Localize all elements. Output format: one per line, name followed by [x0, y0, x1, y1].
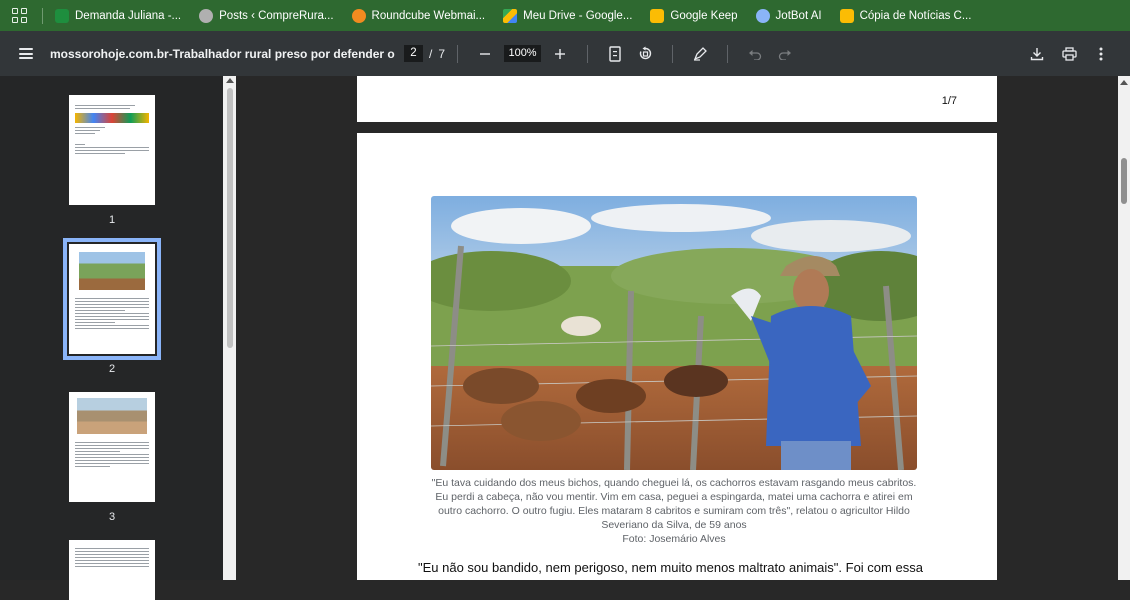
pdf-toolbar: mossorohoje.com.br-Trabalhador rural pre…: [0, 31, 1130, 76]
viewer-scrollbar-thumb[interactable]: [1121, 158, 1127, 204]
bookmark-google-keep[interactable]: Google Keep: [650, 8, 738, 23]
drive-icon: [503, 8, 518, 23]
minus-icon: [480, 52, 491, 55]
more-options-button[interactable]: [1090, 43, 1112, 65]
thumbnail-sidebar: 1 2 3: [0, 76, 236, 600]
bookmarks-bar: Demanda Juliana -... Posts ‹ CompreRura.…: [0, 0, 1130, 31]
keep-icon: [650, 8, 665, 23]
fit-page-icon: [609, 45, 621, 62]
zoom-in-button[interactable]: [549, 43, 571, 65]
bookmark-posts-comprerural[interactable]: Posts ‹ CompreRura...: [199, 8, 334, 23]
sheets-icon: [55, 8, 69, 23]
toolbar-divider: [727, 44, 729, 63]
download-icon: [1030, 47, 1044, 60]
jotbot-icon: [755, 8, 770, 23]
annotate-button[interactable]: [689, 43, 711, 65]
zoom-out-button[interactable]: [474, 43, 496, 65]
farmer-goats-photo: [431, 196, 917, 470]
thumbnail-number-3: 3: [108, 511, 116, 523]
page-separator: /: [429, 46, 433, 61]
pdf-page-1: 1/7: [357, 76, 997, 122]
toolbar-divider: [457, 44, 459, 63]
undo-icon: [749, 49, 762, 60]
plus-icon: [555, 48, 566, 59]
roundcube-icon: [351, 8, 366, 23]
bookmark-roundcube[interactable]: Roundcube Webmai...: [351, 8, 485, 23]
page-total: 7: [438, 46, 446, 61]
zoom-level-input[interactable]: 100%: [504, 45, 542, 62]
redo-button[interactable]: [774, 43, 796, 65]
bookmark-demanda-juliana[interactable]: Demanda Juliana -...: [55, 8, 181, 23]
page-thumbnail-1[interactable]: [69, 95, 155, 205]
toolbar-divider: [587, 44, 589, 63]
article-photo: [431, 196, 917, 470]
fit-page-button[interactable]: [604, 43, 626, 65]
bookmark-jotbot[interactable]: JotBot AI: [755, 8, 822, 23]
more-vert-icon: [1099, 47, 1103, 60]
download-button[interactable]: [1026, 43, 1048, 65]
sidebar-scrollbar-thumb[interactable]: [227, 88, 233, 348]
pdf-viewer: 1/7 "Eu tava cuidando dos meus bichos, q…: [236, 76, 1118, 580]
thumbnail-number-1: 1: [108, 214, 116, 226]
bookmark-copia-noticias[interactable]: Cópia de Notícias C...: [839, 8, 971, 23]
viewer-scrollbar[interactable]: [1118, 76, 1130, 580]
slides-icon: [839, 8, 854, 23]
thumbnail-number-2: 2: [108, 363, 116, 375]
photo-credit: Foto: Josemário Alves: [622, 533, 726, 545]
wordpress-icon: [199, 8, 214, 23]
page-indicator: 1/7: [941, 95, 957, 107]
undo-button[interactable]: [744, 43, 766, 65]
page-number-input[interactable]: 2: [404, 45, 423, 62]
scroll-up-arrow-icon[interactable]: [1120, 80, 1128, 85]
caption-text: "Eu tava cuidando dos meus bichos, quand…: [431, 477, 917, 531]
rotate-icon: [639, 46, 651, 60]
page-thumbnail-3[interactable]: [69, 392, 155, 502]
redo-icon: [778, 49, 792, 60]
menu-icon[interactable]: [19, 48, 33, 59]
pen-icon: [693, 46, 707, 61]
toolbar-divider: [672, 44, 674, 63]
document-title: mossorohoje.com.br-Trabalhador rural pre…: [50, 46, 395, 61]
scroll-up-arrow-icon[interactable]: [226, 78, 234, 83]
page-thumbnail-4[interactable]: [69, 540, 155, 600]
print-icon: [1061, 46, 1077, 61]
photo-caption: "Eu tava cuidando dos meus bichos, quand…: [431, 476, 917, 546]
page-thumbnail-2[interactable]: [63, 238, 161, 360]
article-body-text: "Eu não sou bandido, nem perigoso, nem m…: [418, 560, 923, 575]
rotate-button[interactable]: [634, 43, 656, 65]
print-button[interactable]: [1058, 43, 1080, 65]
bookmark-google-drive[interactable]: Meu Drive - Google...: [503, 8, 632, 23]
apps-grid-icon[interactable]: [12, 7, 28, 24]
pdf-page-2: "Eu tava cuidando dos meus bichos, quand…: [357, 133, 997, 580]
bookmarks-divider: [42, 7, 43, 24]
